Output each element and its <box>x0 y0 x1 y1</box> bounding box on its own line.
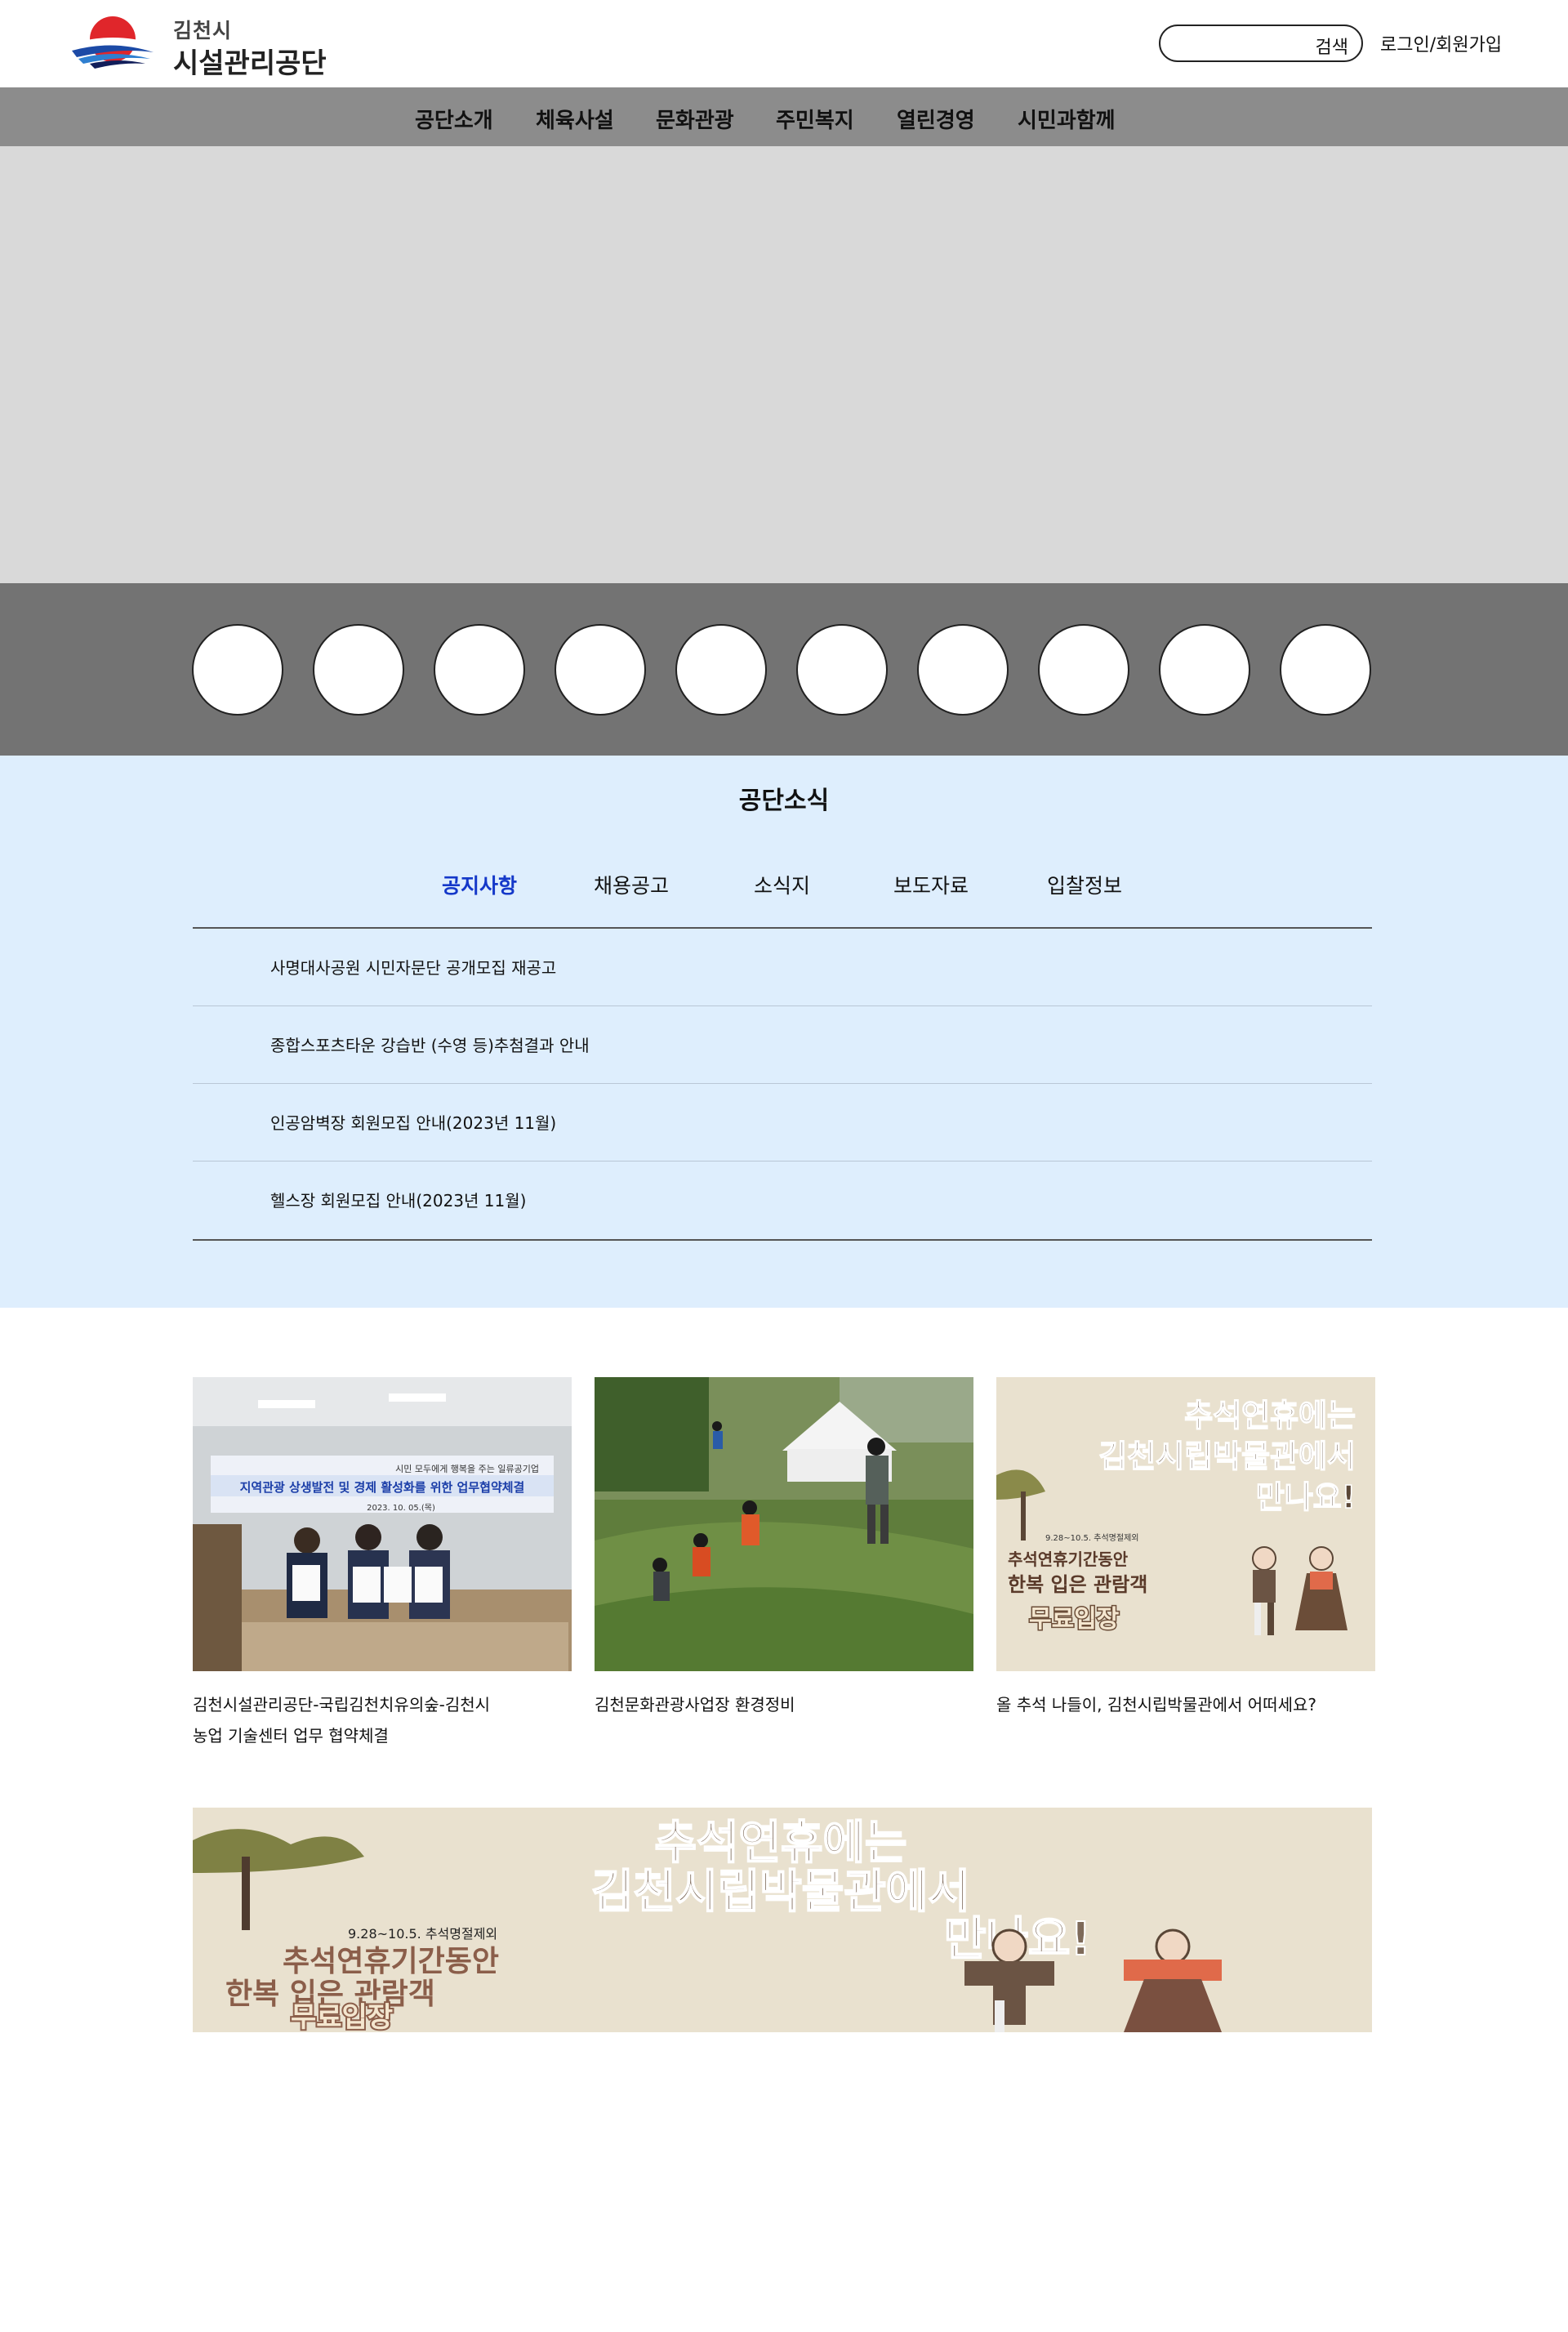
news-item-title: 종합스포츠타운 강습반 (수영 등)추첨결과 안내 <box>270 1036 590 1055</box>
news-item-title: 사명대사공원 시민자문단 공개모집 재공고 <box>270 958 557 978</box>
sunrise-logo-icon <box>70 16 155 69</box>
quick-link-2[interactable] <box>313 624 404 716</box>
poster-line-1: 추석연휴에는 <box>1184 1398 1356 1434</box>
caption-line: 김천시설관리공단-국립김천치유의숲-김천시 <box>193 1695 491 1714</box>
quick-link-6[interactable] <box>796 624 888 716</box>
quick-link-1[interactable] <box>192 624 283 716</box>
banner-subtitle-1: 추석연휴기간동안 <box>283 1945 499 1978</box>
search-button[interactable]: 검색 <box>1316 33 1348 59</box>
nav-item-culture[interactable]: 문화관광 <box>656 104 734 134</box>
banner-free-entry: 무료입장 <box>291 2001 393 2032</box>
banner-line-2: 김천시립박물관에서 <box>591 1866 970 1919</box>
poster-line-2: 김천시립박물관에서 <box>1098 1438 1356 1474</box>
poster-subtitle-1: 추석연휴기간동안 <box>1008 1549 1129 1569</box>
chuseok-poster-image: 추석연휴에는 김천시립박물관에서 만나요! 9.28~10.5. 추석명절제외 … <box>996 1377 1375 1671</box>
news-item-title: 인공암벽장 회원모집 안내(2023년 11월) <box>270 1113 557 1133</box>
site-logo[interactable]: 김천시 시설관리공단 <box>70 13 332 80</box>
quick-link-10[interactable] <box>1280 624 1371 716</box>
caption-line: 김천문화관광사업장 환경정비 <box>595 1695 795 1714</box>
gallery-card[interactable]: 김천문화관광사업장 환경정비 <box>595 1377 973 1720</box>
chuseok-poster: 추석연휴에는 김천시립박물관에서 만나요! 9.28~10.5. 추석명절제외 … <box>996 1377 1375 1671</box>
gallery-card-caption: 김천시설관리공단-국립김천치유의숲-김천시 농업 기술센터 업무 협약체결 <box>193 1689 572 1751</box>
news-list: 사명대사공원 시민자문단 공개모집 재공고 종합스포츠타운 강습반 (수영 등)… <box>193 927 1372 1241</box>
quick-link-5[interactable] <box>675 624 767 716</box>
poster-line-3: 만나요! <box>1256 1479 1356 1515</box>
agreement-photo: 시민 모두에게 행복을 주는 일류공기업 지역관광 상생발전 및 경제 활성화를… <box>193 1377 572 1671</box>
poster-free-entry: 무료입장 <box>1029 1605 1120 1634</box>
gallery-card-caption: 올 추석 나들이, 김천시립박물관에서 어떠세요? <box>996 1689 1375 1720</box>
banner-date: 9.28~10.5. 추석명절제외 <box>348 1926 497 1942</box>
news-item[interactable]: 인공암벽장 회원모집 안내(2023년 11월) <box>193 1084 1372 1162</box>
cleanup-photo-image <box>595 1377 973 1671</box>
caption-line: 올 추석 나들이, 김천시립박물관에서 어떠세요? <box>996 1695 1317 1714</box>
nav-item-sports[interactable]: 체육사설 <box>536 104 614 134</box>
hero-banner[interactable] <box>0 146 1568 583</box>
quick-links <box>0 583 1568 756</box>
logo-org-name: 시설관리공단 <box>173 47 327 80</box>
search-input[interactable] <box>1174 33 1296 54</box>
news-item[interactable]: 사명대사공원 시민자문단 공개모집 재공고 <box>193 929 1372 1006</box>
nav-item-citizens[interactable]: 시민과함께 <box>1018 104 1116 134</box>
quick-link-7[interactable] <box>917 624 1009 716</box>
quick-link-4[interactable] <box>555 624 646 716</box>
news-section-title: 공단소식 <box>738 787 830 815</box>
news-item[interactable]: 종합스포츠타운 강습반 (수영 등)추첨결과 안내 <box>193 1006 1372 1084</box>
quick-link-9[interactable] <box>1159 624 1250 716</box>
nav-item-welfare[interactable]: 주민복지 <box>776 104 854 134</box>
news-section: 공단소식 공지사항 채용공고 소식지 보도자료 입찰정보 사명대사공원 시민자문… <box>0 756 1568 1308</box>
quick-link-3[interactable] <box>434 624 525 716</box>
caption-line: 농업 기술센터 업무 협약체결 <box>193 1726 389 1746</box>
logo-city-name: 김천시 <box>173 19 233 42</box>
nav-item-about[interactable]: 공단소개 <box>415 104 493 134</box>
search-box: 검색 <box>1159 25 1363 62</box>
photo-banner-subtitle: 시민 모두에게 행복을 주는 일류공기업 <box>395 1463 539 1474</box>
poster-subtitle-2: 한복 입은 관람객 <box>1008 1573 1147 1596</box>
tab-recruitment[interactable]: 채용공고 <box>594 870 669 899</box>
gallery-card-caption: 김천문화관광사업장 환경정비 <box>595 1689 973 1720</box>
banner-line-1: 추석연휴에는 <box>654 1817 906 1870</box>
login-signup-link[interactable]: 로그인/회원가입 <box>1380 30 1502 56</box>
tab-press[interactable]: 보도자료 <box>893 870 969 899</box>
photo-banner-date: 2023. 10. 05.(목) <box>367 1503 435 1513</box>
site-header: 김천시 시설관리공단 검색 로그인/회원가입 <box>0 0 1568 87</box>
gallery-card[interactable]: 추석연휴에는 김천시립박물관에서 만나요! 9.28~10.5. 추석명절제외 … <box>996 1377 1375 1720</box>
poster-date: 9.28~10.5. 추석명절제외 <box>1045 1532 1138 1543</box>
news-item-title: 헬스장 회원모집 안내(2023년 11월) <box>270 1191 527 1211</box>
nav-item-management[interactable]: 열린경영 <box>897 104 975 134</box>
chuseok-wide-banner[interactable]: 추석연휴에는 김천시립박물관에서 만나요! 9.28~10.5. 추석명절제외 … <box>193 1808 1372 2032</box>
cleanup-photo <box>595 1377 973 1671</box>
main-nav: 공단소개 체육사설 문화관광 주민복지 열린경영 시민과함께 <box>0 87 1568 146</box>
news-item[interactable]: 헬스장 회원모집 안내(2023년 11월) <box>193 1162 1372 1239</box>
chuseok-wide-banner-image: 추석연휴에는 김천시립박물관에서 만나요! 9.28~10.5. 추석명절제외 … <box>193 1808 1372 2032</box>
quick-link-8[interactable] <box>1038 624 1129 716</box>
tab-notices[interactable]: 공지사항 <box>442 870 517 899</box>
photo-banner-text: 지역관광 상생발전 및 경제 활성화를 위한 업무협약체결 <box>240 1480 525 1495</box>
tab-bidding[interactable]: 입찰정보 <box>1047 870 1122 899</box>
agreement-photo-image: 시민 모두에게 행복을 주는 일류공기업 지역관광 상생발전 및 경제 활성화를… <box>193 1377 572 1671</box>
gallery-card[interactable]: 시민 모두에게 행복을 주는 일류공기업 지역관광 상생발전 및 경제 활성화를… <box>193 1377 572 1751</box>
tab-newsletter[interactable]: 소식지 <box>754 870 810 899</box>
